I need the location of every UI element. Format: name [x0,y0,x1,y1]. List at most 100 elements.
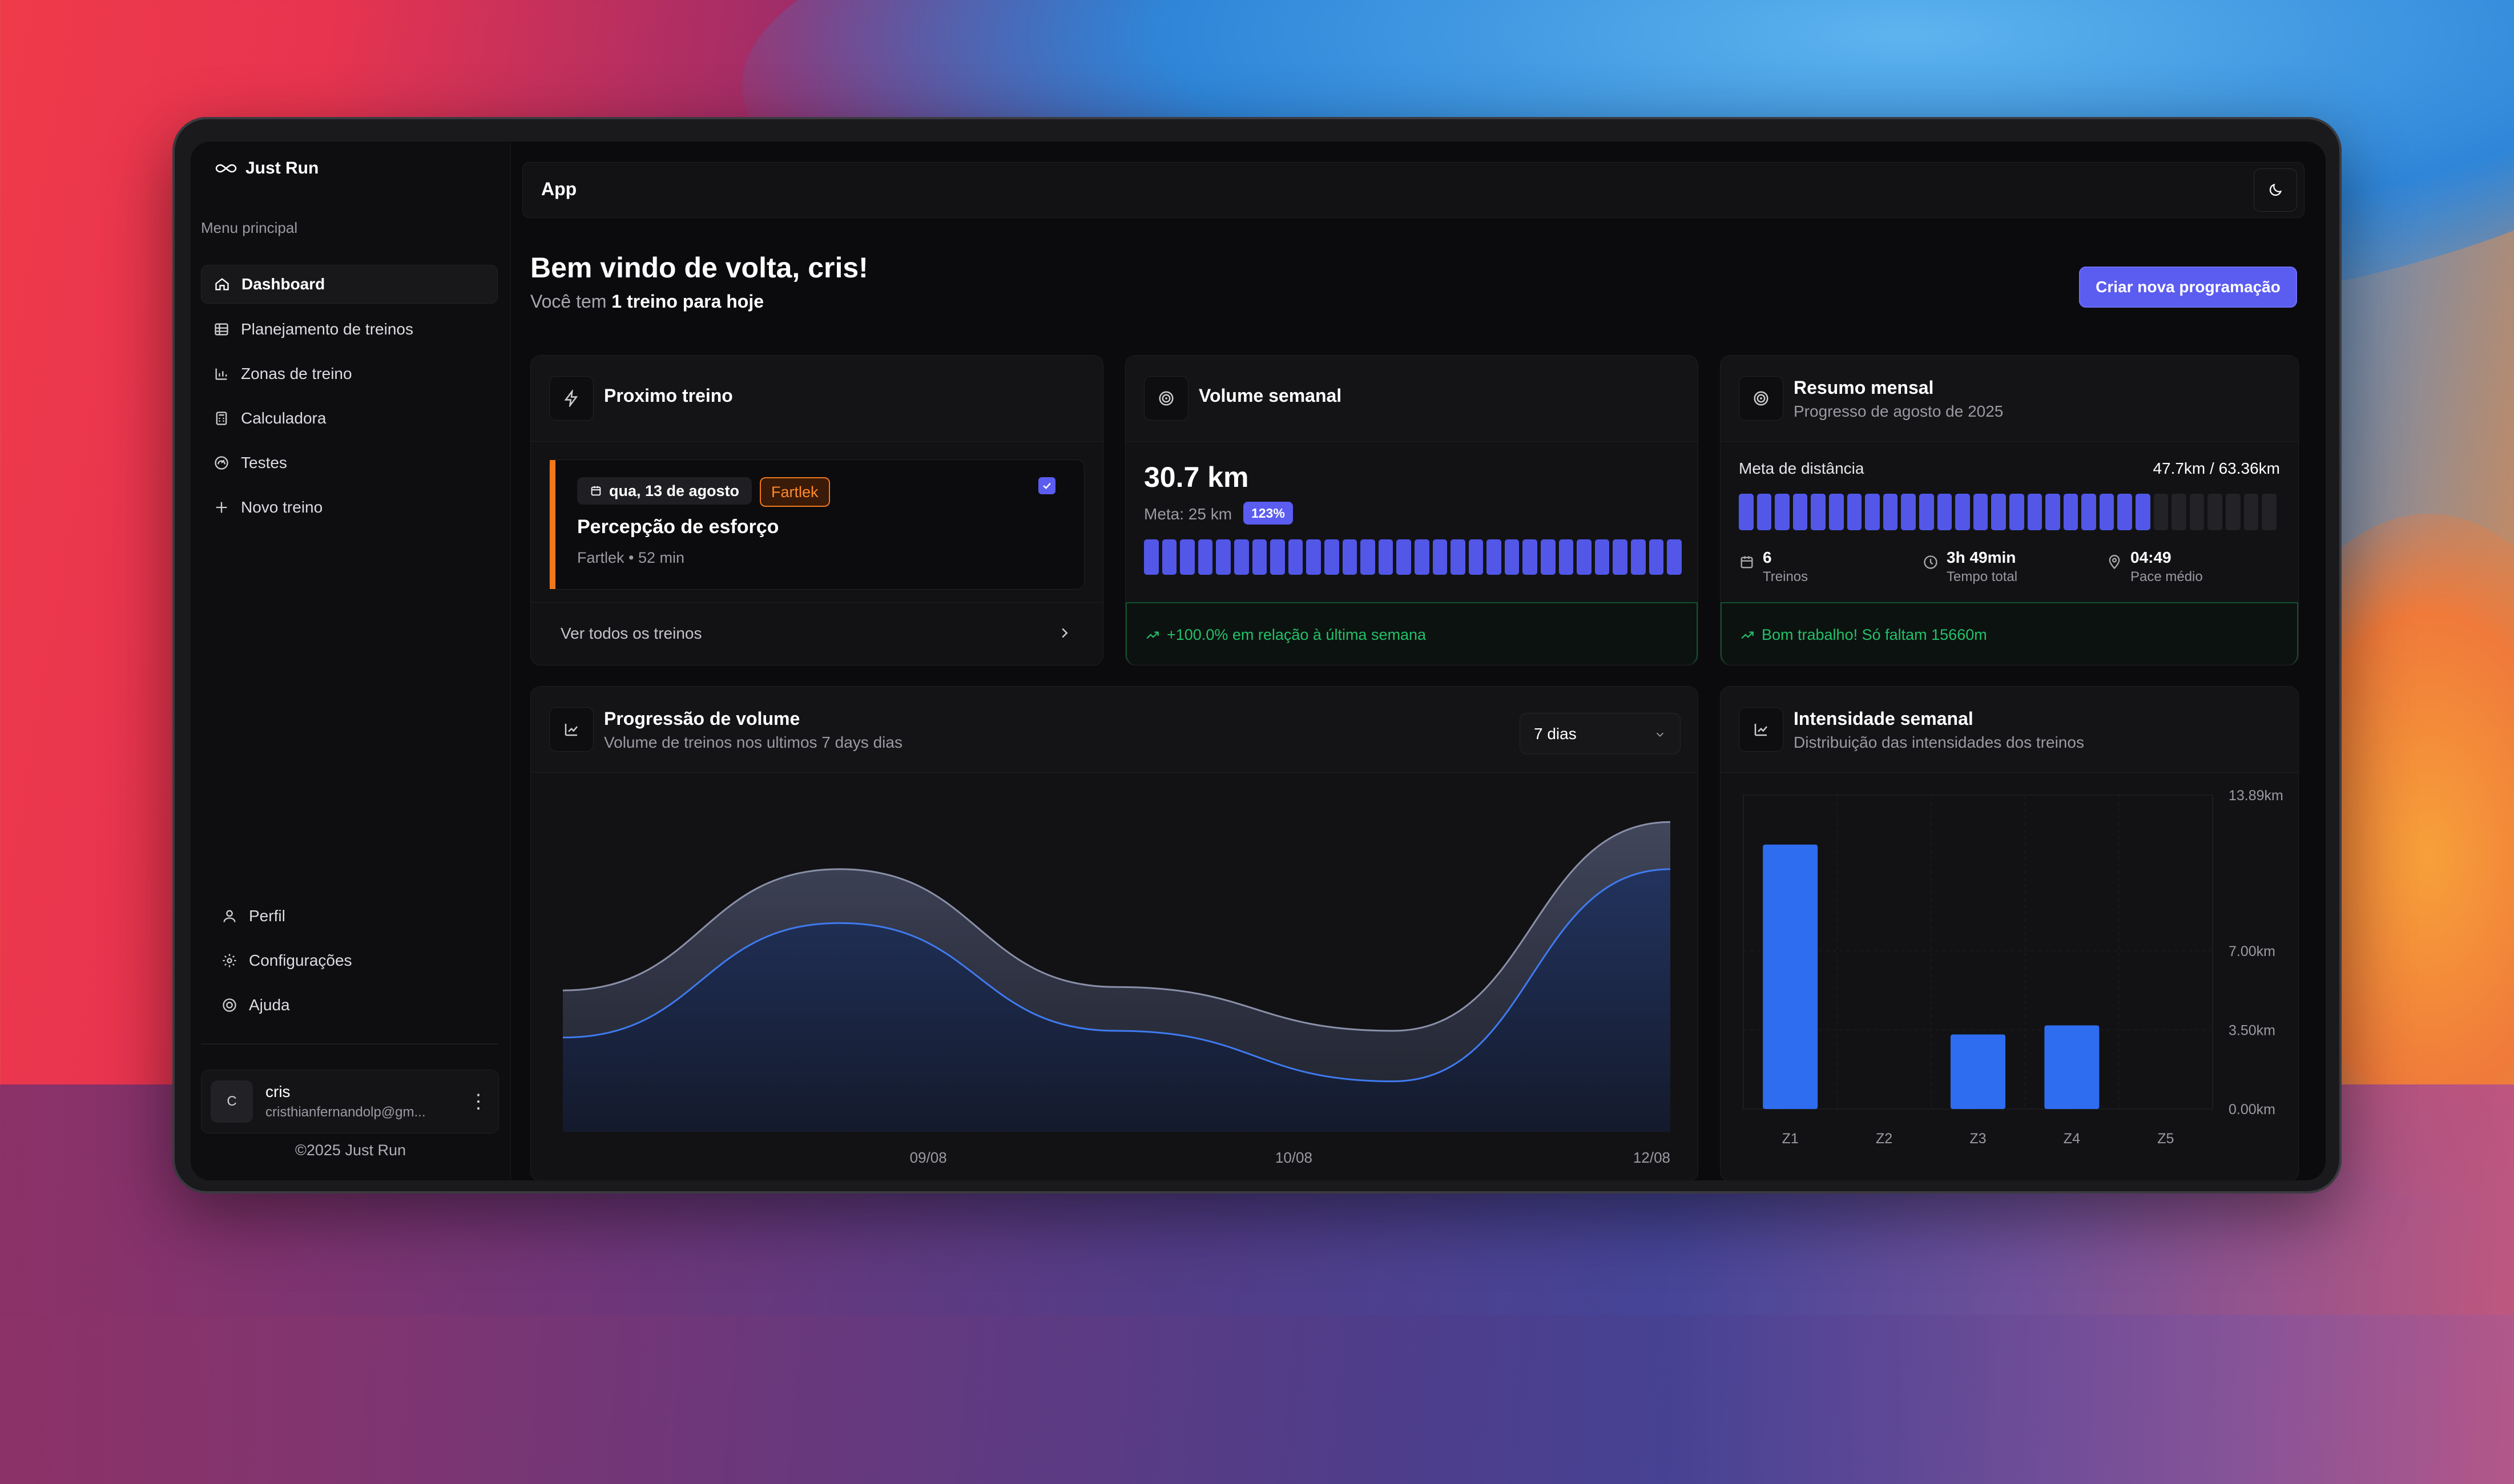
progress-segment [1432,539,1448,575]
progress-segment [1451,539,1465,575]
stat-label: Tempo total [1947,569,2018,584]
create-program-button[interactable]: Criar nova programação [2079,267,2297,308]
date-badge: qua, 13 de agosto [577,477,752,505]
zap-icon [549,376,594,421]
chart-icon [1739,707,1783,752]
gauge-icon [215,456,228,470]
progress-segment [1937,494,1952,530]
x-tick-label: 09/08 [910,1149,947,1166]
weekly-volume-value: 30.7 km [1144,461,1249,493]
progress-segment [1649,539,1664,575]
nav-label: Configurações [249,951,352,969]
progress-segment [1973,494,1988,530]
y-tick-label: 7.00km [2229,943,2275,959]
progress-segment [1865,494,1880,530]
nav-item-planning[interactable]: Planejamento de treinos [201,310,498,348]
calendar-icon [1741,556,1753,568]
weekly-progress-bar [1144,539,1682,575]
range-select-value: 7 dias [1534,725,1577,743]
range-select[interactable]: 7 dias [1520,713,1681,754]
see-all-workouts-link[interactable]: Ver todos os treinos [531,602,1103,665]
card-subtitle: Volume de treinos nos ultimos 7 days dia… [604,733,903,751]
calculator-icon [216,412,227,425]
user-card[interactable]: C cris cristhianfernandolp@gm... ⋮ [201,1070,499,1134]
progress-segment [1901,494,1916,530]
bar-chart-icon [215,368,227,380]
theme-toggle-button[interactable] [2254,168,2297,212]
workout-type-badge: Fartlek [760,477,830,507]
progress-segment [1504,539,1520,575]
check-icon [1043,482,1051,489]
nav-item-zones[interactable]: Zonas de treino [201,355,498,393]
y-tick-label: 3.50km [2229,1022,2275,1038]
progress-segment [1378,539,1393,575]
nav-item-new-workout[interactable]: Novo treino [201,489,498,526]
x-tick-label: Z2 [1876,1131,1892,1147]
gear-icon [223,954,236,967]
help-icon [223,998,236,1012]
workout-item[interactable]: qua, 13 de agosto Fartlek Percepção de e… [549,459,1085,590]
nav-item-help[interactable]: Ajuda [210,986,495,1024]
main-content: App Bem vindo de volta, cris! Você tem 1… [510,142,2326,1180]
menu-title: Menu principal [201,219,298,236]
workout-type-indicator [550,460,555,589]
progress-segment [2136,494,2150,530]
progress-segment [1631,539,1646,575]
nav-item-calculator[interactable]: Calculadora [201,400,498,437]
nav-item-dashboard[interactable]: Dashboard [201,265,498,304]
progress-segment [1414,539,1429,575]
progress-segment [1342,539,1357,575]
more-vertical-icon[interactable]: ⋮ [469,1090,488,1113]
progress-segment [1252,539,1267,575]
nav-item-profile[interactable]: Perfil [210,897,495,935]
progress-segment [1198,539,1213,575]
nav-label: Perfil [249,907,285,925]
bar-z1[interactable] [1763,844,1818,1109]
nav-label: Ajuda [249,996,290,1014]
bar-z4[interactable] [2044,1025,2100,1109]
sidebar: Just Run Menu principal Dashboard Planej… [191,142,510,1180]
avatar: C [211,1080,253,1123]
nav-item-tests[interactable]: Testes [201,444,498,482]
distance-goal-value: 47.7km / 63.36km [2153,459,2280,477]
brand[interactable]: Just Run [215,159,319,178]
weekly-volume-card: Volume semanal 30.7 km Meta: 25 km 123% … [1125,355,1698,666]
nav-item-settings[interactable]: Configurações [210,942,495,979]
progress-segment [1270,539,1285,575]
progress-segment [2081,494,2096,530]
progress-segment [1396,539,1411,575]
progress-segment [1360,539,1375,575]
x-tick-label: Z4 [2064,1131,2080,1147]
progress-segment [1739,494,1754,530]
progress-segment [1541,539,1556,575]
today-summary: Você tem 1 treino para hoje [530,291,764,312]
progress-segment [2027,494,2042,530]
weekly-intensity-card: Intensidade semanal Distribuição das int… [1720,686,2299,1180]
progress-segment [1162,539,1177,575]
weekly-goal: Meta: 25 km [1144,505,1232,523]
progress-segment [1883,494,1898,530]
monthly-stats: 6 Treinos 3h 49min Tempo total 04:49 Pace m… [1739,549,2277,590]
card-subtitle: Distribuição das intensidades dos treino… [1794,733,2084,751]
stat-label: Pace médio [2130,569,2203,584]
y-tick-label: 13.89km [2229,788,2283,804]
progress-segment [1486,539,1501,575]
monthly-trend-footer: Bom trabalho! Só faltam 15660m [1721,602,2298,665]
bar-z3[interactable] [1951,1034,2005,1109]
progress-segment [2153,494,2169,530]
user-icon [223,910,236,922]
progress-segment [2226,494,2241,530]
progress-segment [1613,539,1628,575]
progress-segment [1558,539,1574,575]
chevron-down-icon [1656,732,1664,737]
monthly-trend-text: Bom trabalho! Só faltam 15660m [1762,626,1987,643]
completed-checkbox[interactable] [1038,477,1055,494]
progress-segment [1180,539,1195,575]
weekly-trend-text: +100.0% em relação à última semana [1167,626,1427,643]
nav-label: Novo treino [241,498,323,516]
stat-average-pace: 04:49 Pace médio [2106,549,2203,585]
workout-date: qua, 13 de agosto [609,482,740,499]
intensity-bar-chart: 0.00km 3.50km 7.00km 13.89km Z1 Z2 Z3 Z4 Z5 [1743,788,2283,1147]
table-icon [215,323,228,336]
today-count: 1 treino para hoje [611,291,764,312]
